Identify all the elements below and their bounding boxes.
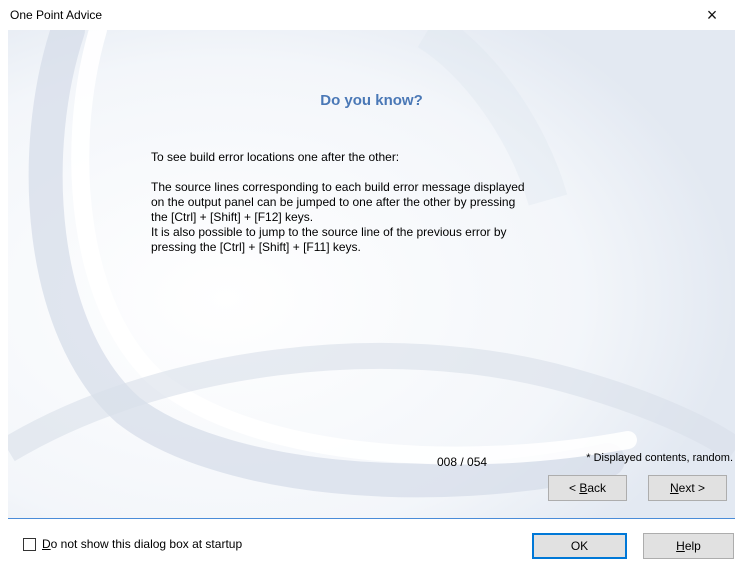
ok-button[interactable]: OK: [532, 533, 627, 559]
advice-line: pressing the [Ctrl] + [Shift] + [F11] ke…: [151, 240, 361, 254]
checkbox-mnemonic: D: [42, 537, 51, 551]
back-prefix: <: [568, 481, 580, 495]
advice-heading: Do you know?: [320, 92, 423, 109]
startup-checkbox-row[interactable]: Do not show this dialog box at startup: [23, 537, 242, 551]
next-label: ext >: [678, 481, 706, 495]
help-label: elp: [684, 539, 701, 553]
window-title: One Point Advice: [10, 8, 103, 22]
checkbox-label: o not show this dialog box at startup: [50, 537, 243, 551]
back-mnemonic: B: [579, 481, 588, 495]
random-note: * Displayed contents, random.: [586, 452, 733, 464]
back-button[interactable]: < Back: [548, 475, 627, 501]
close-icon[interactable]: ×: [689, 0, 735, 30]
back-label: ack: [587, 481, 607, 495]
help-button[interactable]: Help: [643, 533, 734, 559]
title-bar: One Point Advice ×: [0, 0, 735, 30]
advice-counter: 008 / 054: [437, 455, 488, 469]
advice-line: The source lines corresponding to each b…: [151, 180, 525, 194]
advice-line: the [Ctrl] + [Shift] + [F12] keys.: [151, 210, 314, 224]
advice-panel: Do you know? To see build error location…: [8, 30, 735, 518]
advice-text: To see build error locations one after t…: [151, 150, 631, 255]
advice-intro: To see build error locations one after t…: [151, 150, 400, 164]
next-mnemonic: N: [669, 481, 679, 495]
help-mnemonic: H: [676, 539, 685, 553]
advice-line: It is also possible to jump to the sourc…: [151, 225, 507, 239]
next-button[interactable]: Next >: [648, 475, 727, 501]
dialog-footer: Do not show this dialog box at startup O…: [0, 519, 735, 566]
advice-line: on the output panel can be jumped to one…: [151, 195, 516, 209]
startup-checkbox[interactable]: [23, 537, 36, 551]
